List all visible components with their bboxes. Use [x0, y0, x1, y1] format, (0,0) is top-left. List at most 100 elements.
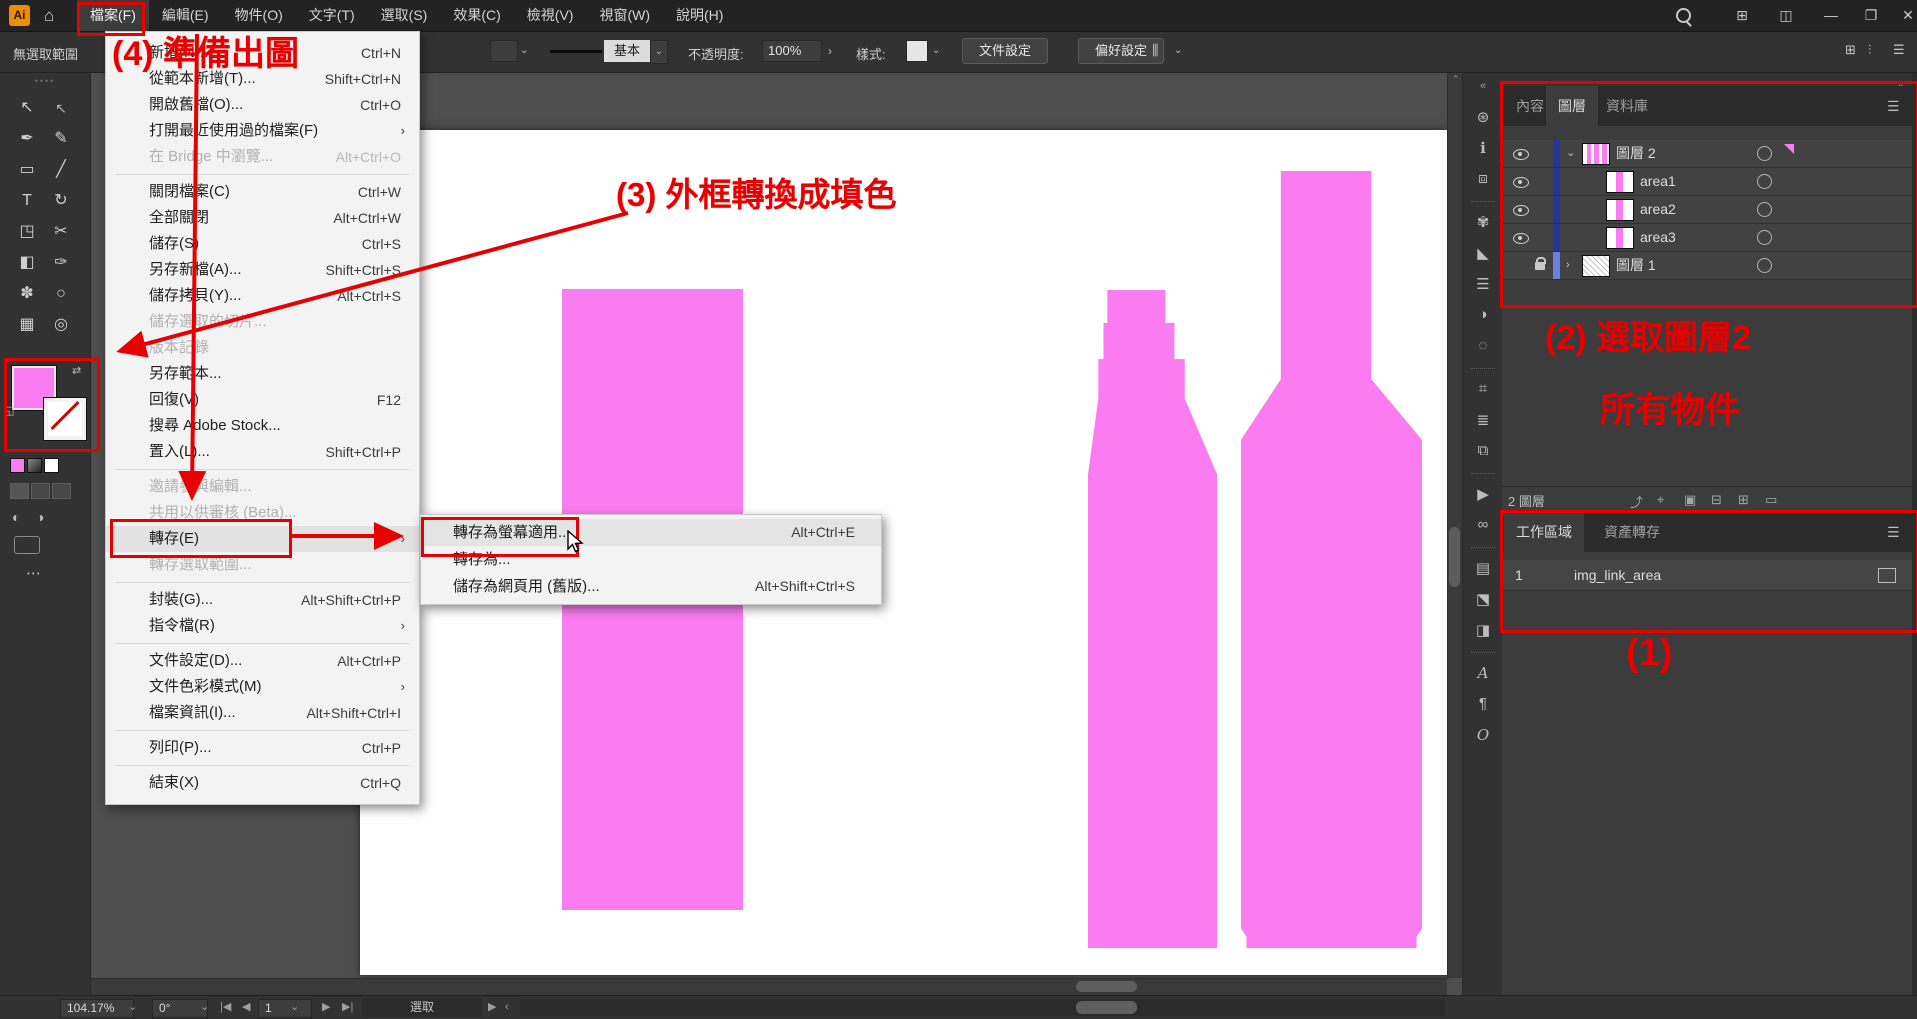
new-layer-icon[interactable]: ⊞ — [1738, 492, 1749, 508]
export-submenu-item-儲存為網頁用 (舊版)[interactable]: 儲存為網頁用 (舊版)...Alt+Shift+Ctrl+S — [421, 573, 881, 600]
appearance-icon[interactable]: ◌ — [1463, 337, 1503, 354]
swap-fill-stroke-icon[interactable]: ⇄ — [72, 364, 81, 377]
scroll-up-icon[interactable]: ⌃ — [1448, 72, 1462, 86]
chevron-down-icon[interactable]: ⌄ — [200, 999, 209, 1016]
target-circle[interactable] — [1757, 230, 1772, 245]
symbols-icon[interactable]: ▤ — [1463, 559, 1503, 577]
last-artboard-icon[interactable]: ▶| — [342, 999, 353, 1016]
tab-layers[interactable]: 圖層 — [1546, 86, 1598, 126]
curvature-tool[interactable]: ✎ — [46, 125, 76, 153]
minimize-icon[interactable]: — — [1818, 6, 1844, 25]
workspace-grid-icon[interactable]: ⊞ — [1729, 6, 1755, 25]
document-setup-button[interactable]: 文件設定 — [962, 38, 1048, 64]
target-circle[interactable] — [1757, 258, 1772, 273]
close-icon[interactable]: ✕ — [1895, 6, 1917, 25]
gradient-tool[interactable]: ◧ — [12, 249, 42, 277]
visibility-eye-icon[interactable] — [1513, 205, 1529, 216]
graphic-styles-icon[interactable]: ⬔ — [1463, 590, 1503, 608]
panel-menu-icon[interactable]: ☰ — [1887, 524, 1900, 541]
visibility-eye-icon[interactable] — [1513, 177, 1529, 188]
links-icon[interactable]: ∞ — [1463, 516, 1503, 533]
line-segment-tool[interactable]: ╱ — [46, 156, 76, 184]
file-menu-item-另存範本[interactable]: 另存範本... — [106, 361, 419, 387]
info-icon[interactable]: ℹ — [1463, 139, 1503, 157]
file-menu-item-列印(P)[interactable]: 列印(P)...Ctrl+P — [106, 735, 419, 761]
app-logo[interactable]: Ai — [9, 5, 30, 26]
dock-columns-icon[interactable]: ⫶ — [1868, 42, 1871, 58]
menubar-item-效果(C)[interactable]: 效果(C) — [440, 0, 513, 31]
status-expand-icon[interactable]: ▶ — [488, 999, 496, 1016]
expand-chevron-icon[interactable]: › — [1566, 252, 1570, 279]
vertical-scrollbar[interactable]: ⌃ — [1447, 72, 1462, 978]
target-circle[interactable] — [1757, 146, 1772, 161]
file-menu-item-另存新檔(A)[interactable]: 另存新檔(A)...Shift+Ctrl+S — [106, 257, 419, 283]
screen-mode-alt-icon[interactable]: ◑ — [36, 509, 44, 525]
artboard-navigation-select[interactable]: 1 — [258, 999, 312, 1018]
eyedropper-tool[interactable]: ✑ — [46, 249, 76, 277]
fill-dropdown[interactable] — [490, 40, 518, 62]
file-menu-item-全部關閉[interactable]: 全部關閉Alt+Ctrl+W — [106, 205, 419, 231]
file-menu-item-儲存拷貝(Y)[interactable]: 儲存拷貝(Y)...Alt+Ctrl+S — [106, 283, 419, 309]
arrange-documents-icon[interactable]: ◫ — [1773, 6, 1799, 25]
layer-row-圖層 1[interactable]: ›圖層 1 — [1502, 252, 1912, 280]
layer-row-area1[interactable]: area1 — [1502, 168, 1912, 196]
file-menu-item-結束(X)[interactable]: 結束(X)Ctrl+Q — [106, 770, 419, 796]
expand-chevron-icon[interactable]: ⌄ — [1566, 140, 1575, 167]
vertical-scroll-thumb[interactable] — [1449, 527, 1460, 587]
menubar-item-檢視(V)[interactable]: 檢視(V) — [514, 0, 587, 31]
stroke-color-swatch[interactable] — [44, 398, 86, 440]
layer-name[interactable]: area1 — [1640, 168, 1676, 195]
search-icon[interactable] — [1676, 8, 1691, 23]
export-submenu-item-轉存為螢幕適用[interactable]: 轉存為螢幕適用...Alt+Ctrl+E — [421, 519, 881, 546]
chevron-down-icon[interactable]: ⌄ — [290, 999, 299, 1016]
opentype-icon[interactable]: O — [1463, 726, 1503, 744]
menubar-item-物件(O)[interactable]: 物件(O) — [222, 0, 296, 31]
scissors-tool[interactable]: ✂ — [46, 218, 76, 246]
new-sublayer-icon[interactable]: ⊟ — [1711, 492, 1722, 508]
restore-icon[interactable]: ❐ — [1858, 6, 1884, 25]
file-menu-item-轉存(E)[interactable]: 轉存(E)› — [106, 526, 419, 552]
document-hscroll-thumb[interactable] — [1076, 1001, 1137, 1014]
none-chip[interactable] — [44, 458, 59, 473]
stroke-icon[interactable]: ☰ — [1463, 275, 1503, 293]
chevron-left-icon[interactable]: ‹ — [505, 999, 509, 1016]
edit-toolbar-icon[interactable]: ⋯ — [26, 564, 41, 582]
character-icon[interactable]: A — [1463, 664, 1503, 682]
horizontal-scroll-thumb[interactable] — [1076, 981, 1137, 992]
file-menu-item-封裝(G)[interactable]: 封裝(G)...Alt+Shift+Ctrl+P — [106, 587, 419, 613]
file-menu-item-關閉檔案(C)[interactable]: 關閉檔案(C)Ctrl+W — [106, 179, 419, 205]
artboard-tool[interactable]: ▦ — [12, 311, 42, 339]
color-icon[interactable]: ✾ — [1463, 213, 1503, 231]
tab-asset-export[interactable]: 資產轉存 — [1592, 512, 1672, 552]
layer-thumbnail[interactable] — [1606, 199, 1634, 221]
paragraph-icon[interactable]: ¶ — [1463, 695, 1503, 712]
tab-artboards[interactable]: 工作區域 — [1504, 512, 1584, 552]
stroke-style-select[interactable]: 基本 — [604, 40, 650, 62]
layer-row-圖層 2[interactable]: ⌄圖層 2 — [1502, 140, 1912, 168]
style-swatch[interactable] — [906, 40, 928, 62]
pathfinder-icon[interactable]: ⧉ — [1463, 442, 1503, 459]
transform-icon[interactable]: ⧈ — [1463, 170, 1503, 187]
file-menu-item-文件設定(D)[interactable]: 文件設定(D)...Alt+Ctrl+P — [106, 648, 419, 674]
file-menu-item-置入(L)[interactable]: 置入(L)...Shift+Ctrl+P — [106, 439, 419, 465]
default-fill-stroke-icon[interactable]: ◱ — [4, 404, 14, 417]
chevron-down-icon[interactable]: ⌄ — [650, 40, 668, 64]
drag-handle[interactable]: •••• — [0, 76, 90, 86]
draw-inside-icon[interactable] — [52, 483, 71, 499]
zoom-tool[interactable]: ◎ — [46, 311, 76, 339]
gradient-chip[interactable] — [27, 458, 42, 473]
file-menu-item-開啟舊檔(O)[interactable]: 開啟舊檔(O)...Ctrl+O — [106, 92, 419, 118]
file-menu-item-儲存(S)[interactable]: 儲存(S)Ctrl+S — [106, 231, 419, 257]
chevron-right-icon[interactable]: › — [828, 44, 832, 58]
layer-thumbnail[interactable] — [1606, 171, 1634, 193]
color-guide-icon[interactable]: ⊛ — [1463, 108, 1503, 126]
menubar-item-編輯(E)[interactable]: 編輯(E) — [149, 0, 222, 31]
target-circle[interactable] — [1757, 174, 1772, 189]
layer-name[interactable]: area3 — [1640, 224, 1676, 251]
transparency-icon[interactable]: ◑ — [1463, 306, 1503, 323]
zoom-level-select[interactable]: 104.17% — [60, 999, 134, 1018]
artboard-icon[interactable] — [1878, 568, 1896, 583]
hand-tool[interactable]: ○ — [46, 280, 76, 308]
chevron-down-icon[interactable]: ⌄ — [932, 45, 940, 56]
menubar-item-檔案(F)[interactable]: 檔案(F) — [77, 0, 149, 31]
